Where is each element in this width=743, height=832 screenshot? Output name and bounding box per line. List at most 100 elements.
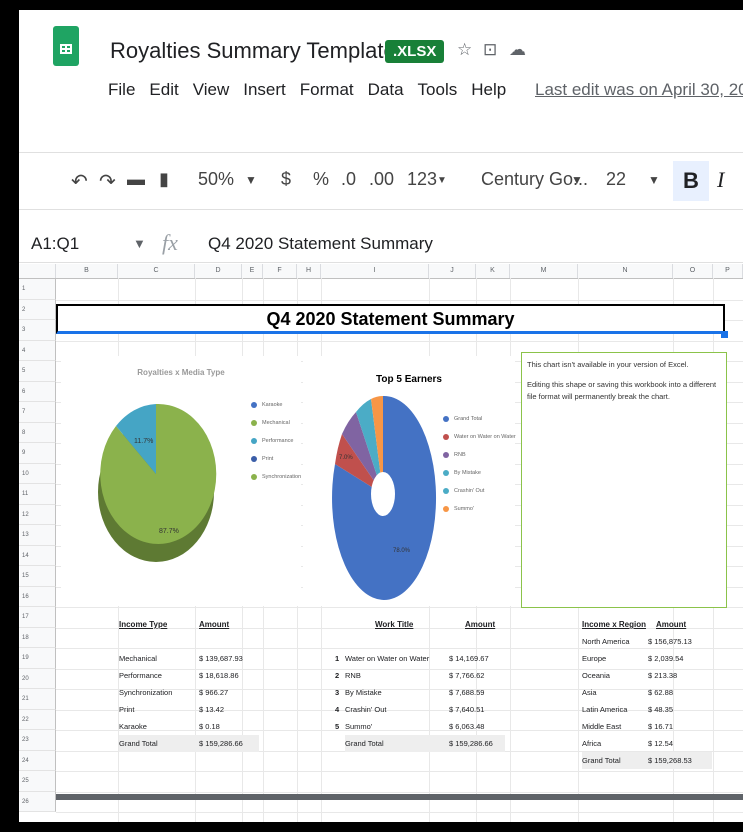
chevron-down-icon[interactable]: ▼ (133, 236, 146, 251)
menu-data[interactable]: Data (368, 80, 404, 100)
row-header[interactable]: 20 (19, 668, 56, 689)
selection-fill-handle[interactable] (721, 331, 728, 338)
row-header[interactable]: 12 (19, 504, 56, 525)
google-sheets-logo-icon[interactable] (53, 26, 79, 66)
table-cell[interactable]: $ 13.42 (199, 701, 224, 718)
menu-file[interactable]: File (108, 80, 135, 100)
col-header-b[interactable]: B (56, 264, 118, 278)
table-cell[interactable]: North America (582, 633, 630, 650)
table-cell[interactable]: Europe (582, 650, 606, 667)
table-cell[interactable]: Karaoke (119, 718, 147, 735)
table-cell[interactable]: 4 (335, 701, 339, 718)
row-header[interactable]: 14 (19, 545, 56, 566)
horizontal-scrollbar[interactable] (56, 794, 743, 800)
row-header[interactable]: 15 (19, 566, 56, 587)
row-header[interactable]: 21 (19, 689, 56, 710)
table-cell[interactable]: $ 156,875.13 (648, 633, 692, 650)
row-header[interactable]: 4 (19, 340, 56, 361)
format-currency-button[interactable]: $ (281, 169, 291, 190)
table-cell[interactable]: $ 12.54 (648, 735, 673, 752)
chart-media-type[interactable]: Royalties x Media Type 11.7% 87.7% Karao… (61, 356, 301, 606)
table-cell[interactable]: Grand Total (345, 739, 384, 748)
document-title[interactable]: Royalties Summary Template (110, 38, 396, 64)
sheet-title-cell[interactable]: Q4 2020 Statement Summary (56, 304, 725, 334)
col-header-f[interactable]: F (263, 264, 297, 278)
chevron-down-icon[interactable]: ▼ (648, 173, 660, 187)
table-cell[interactable]: $ 6,063.48 (449, 718, 484, 735)
menu-edit[interactable]: Edit (149, 80, 178, 100)
table-cell[interactable]: $ 2,039.54 (648, 650, 683, 667)
row-header[interactable]: 25 (19, 771, 56, 792)
table-cell[interactable]: $ 159,286.66 (449, 735, 493, 752)
col-header-m[interactable]: M (510, 264, 578, 278)
italic-button[interactable]: I (717, 167, 724, 193)
row-header[interactable]: 18 (19, 627, 56, 648)
font-size-select[interactable]: 22 (606, 169, 626, 190)
col-header-h[interactable]: H (297, 264, 321, 278)
table-cell[interactable]: $ 7,640.51 (449, 701, 484, 718)
table-cell[interactable]: $ 48.35 (648, 701, 673, 718)
row-header[interactable]: 24 (19, 750, 56, 771)
table-cell[interactable]: Mechanical (119, 650, 157, 667)
row-header[interactable]: 6 (19, 381, 56, 402)
table-cell[interactable]: $ 0.18 (199, 718, 220, 735)
table-cell[interactable]: Print (119, 701, 134, 718)
row-header[interactable]: 17 (19, 607, 56, 628)
col-header-d[interactable]: D (195, 264, 242, 278)
bold-button[interactable]: B (673, 161, 709, 201)
last-edit-link[interactable]: Last edit was on April 30, 2021 (535, 80, 743, 100)
col-header-c[interactable]: C (118, 264, 195, 278)
row-header[interactable]: 2 (19, 299, 56, 320)
menu-insert[interactable]: Insert (243, 80, 286, 100)
zoom-select[interactable]: 50% (198, 169, 234, 190)
table-cell[interactable]: Grand Total (582, 756, 621, 765)
format-percent-button[interactable]: % (313, 169, 329, 190)
row-header[interactable]: 13 (19, 525, 56, 546)
table-cell[interactable]: Grand Total (119, 739, 158, 748)
table-cell[interactable]: 5 (335, 718, 339, 735)
table-cell[interactable]: $ 18,618.86 (199, 667, 239, 684)
chevron-down-icon[interactable]: ▼ (245, 173, 257, 187)
col-header-n[interactable]: N (578, 264, 673, 278)
row-header[interactable]: 3 (19, 320, 56, 341)
name-box[interactable]: A1:Q1 (31, 234, 79, 254)
table-cell[interactable]: Asia (582, 684, 597, 701)
row-header[interactable]: 1 (19, 279, 56, 300)
chevron-down-icon[interactable]: ▼ (571, 173, 583, 187)
table-cell[interactable]: 2 (335, 667, 339, 684)
table-cell[interactable]: $ 159,286.66 (199, 735, 243, 752)
undo-icon[interactable]: ↶ (71, 169, 88, 194)
col-header-j[interactable]: J (429, 264, 476, 278)
row-header[interactable]: 7 (19, 402, 56, 423)
menu-format[interactable]: Format (300, 80, 354, 100)
more-formats-button[interactable]: 123 (407, 169, 437, 190)
chart-top5-earners[interactable]: Top 5 Earners 7.0% 78.0% Grand Total Wat… (303, 356, 516, 606)
star-icon[interactable]: ☆ (457, 40, 472, 60)
table-cell[interactable]: $ 966.27 (199, 684, 228, 701)
row-header[interactable]: 8 (19, 422, 56, 443)
table-cell[interactable]: By Mistake (345, 684, 382, 701)
table-cell[interactable]: $ 7,766.62 (449, 667, 484, 684)
table-cell[interactable]: $ 14,169.67 (449, 650, 489, 667)
row-header[interactable]: 22 (19, 709, 56, 730)
table-cell[interactable]: RNB (345, 667, 361, 684)
move-folder-icon[interactable]: ⊡ (483, 40, 497, 60)
row-header[interactable]: 9 (19, 443, 56, 464)
formula-input[interactable]: Q4 2020 Statement Summary (208, 234, 433, 254)
redo-icon[interactable]: ↷ (99, 169, 116, 194)
cloud-status-icon[interactable]: ☁ (509, 40, 526, 60)
col-header-k[interactable]: K (476, 264, 510, 278)
menu-help[interactable]: Help (471, 80, 506, 100)
table-cell[interactable]: Water on Water on Water (345, 650, 429, 667)
table-cell[interactable]: Summo' (345, 718, 372, 735)
chevron-down-icon[interactable]: ▼ (437, 175, 447, 186)
row-header[interactable]: 10 (19, 463, 56, 484)
table-cell[interactable]: $ 139,687.93 (199, 650, 243, 667)
table-cell[interactable]: Synchronization (119, 684, 172, 701)
table-cell[interactable]: 3 (335, 684, 339, 701)
menu-view[interactable]: View (193, 80, 230, 100)
row-header[interactable]: 16 (19, 586, 56, 607)
increase-decimal-button[interactable]: .00 (369, 169, 394, 190)
table-cell[interactable]: $ 16.71 (648, 718, 673, 735)
row-header[interactable]: 26 (19, 791, 56, 812)
